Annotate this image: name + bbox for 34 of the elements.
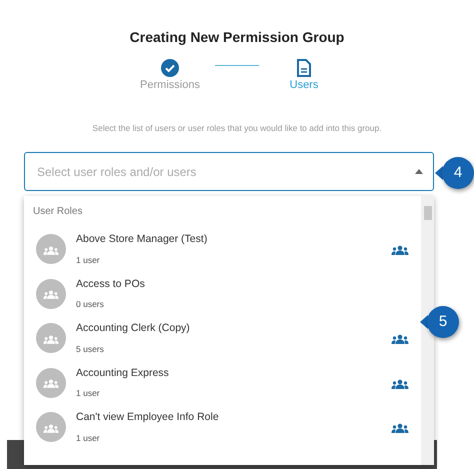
group-icon <box>43 377 59 388</box>
group-icon <box>43 422 59 433</box>
user-count: 1 user <box>76 254 101 266</box>
role-name: Accounting Clerk (Copy) <box>76 321 191 336</box>
dialog-title: Creating New Permission Group <box>128 28 346 47</box>
group-icon[interactable] <box>391 243 409 256</box>
select-input[interactable]: Select user roles and/or users <box>35 162 415 182</box>
user-count: 0 users <box>76 298 105 311</box>
role-name: Accounting Express <box>76 366 170 380</box>
scrollbar[interactable] <box>421 196 434 465</box>
check-circle-icon <box>161 58 179 77</box>
role-item[interactable]: Accounting Clerk (Copy) 5 users <box>33 316 421 360</box>
role-name: Can't view Employee Info Role <box>76 410 220 425</box>
user-count: 1 user <box>76 387 101 400</box>
select-field[interactable]: Select user roles and/or users <box>24 152 434 192</box>
role-item[interactable]: Above Store Manager (Test) 1 user <box>33 227 421 272</box>
role-name: Above Store Manager (Test) <box>76 232 208 247</box>
role-item[interactable]: Can't view Employee Info Role 1 user <box>33 405 421 450</box>
role-name: Access to POs <box>76 276 146 292</box>
group-icon[interactable] <box>391 332 409 344</box>
user-count: 5 users <box>76 342 105 356</box>
group-icon <box>43 244 59 255</box>
role-item[interactable]: Accounting Express 1 user <box>33 360 421 405</box>
instruction-text: Select the list of users or user roles that you would like to add into this group. <box>91 122 383 134</box>
group-header: User Roles <box>33 205 84 219</box>
group-icon[interactable] <box>391 421 409 434</box>
caret-icon[interactable] <box>415 169 423 174</box>
group-icon[interactable] <box>391 376 409 389</box>
group-icon <box>43 332 59 344</box>
document-icon <box>297 58 311 77</box>
role-item[interactable]: Access to POs 0 users <box>33 272 421 316</box>
scroll-thumb[interactable] <box>424 206 432 220</box>
group-icon <box>43 288 59 300</box>
user-count: 1 user <box>76 432 101 444</box>
